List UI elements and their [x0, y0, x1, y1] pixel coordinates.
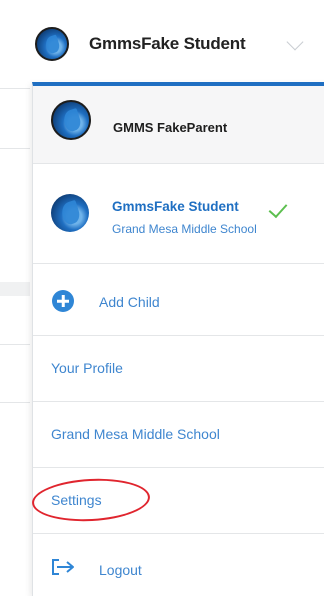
background-divider	[0, 148, 30, 149]
background-divider	[0, 402, 30, 403]
background-divider	[0, 88, 30, 89]
student-name: GmmsFake Student	[112, 199, 239, 214]
menu-item-settings[interactable]: Settings	[30, 468, 324, 534]
plus-circle-icon	[52, 290, 74, 312]
add-child-label: Add Child	[99, 294, 160, 310]
menu-item-school[interactable]: Grand Mesa Middle School	[33, 402, 324, 468]
parent-name: GMMS FakeParent	[113, 120, 228, 135]
menu-item-your-profile[interactable]: Your Profile	[33, 336, 324, 402]
menu-item-student-account[interactable]: GmmsFake Student Grand Mesa Middle Schoo…	[33, 164, 324, 264]
add-child-button[interactable]: Add Child	[33, 264, 324, 336]
background-block	[0, 282, 30, 296]
account-switcher-header[interactable]: GmmsFake Student	[0, 0, 324, 82]
current-user-name: GmmsFake Student	[89, 34, 246, 53]
background-divider	[0, 344, 30, 345]
user-avatar-icon	[35, 27, 69, 61]
student-avatar-icon	[51, 194, 89, 232]
chevron-down-icon[interactable]	[286, 33, 304, 51]
checkmark-icon	[268, 198, 288, 219]
parent-avatar-icon	[51, 100, 91, 140]
menu-item-parent-account[interactable]: GMMS FakeParent	[33, 86, 324, 164]
student-school: Grand Mesa Middle School	[112, 222, 257, 236]
settings-label: Settings	[51, 492, 102, 508]
logout-label: Logout	[99, 562, 142, 578]
logout-button[interactable]: Logout	[33, 534, 324, 596]
your-profile-label: Your Profile	[51, 360, 123, 376]
school-link-label: Grand Mesa Middle School	[51, 426, 220, 442]
account-dropdown-menu: GMMS FakeParent GmmsFake Student Grand M…	[30, 82, 324, 596]
logout-icon	[52, 559, 74, 575]
